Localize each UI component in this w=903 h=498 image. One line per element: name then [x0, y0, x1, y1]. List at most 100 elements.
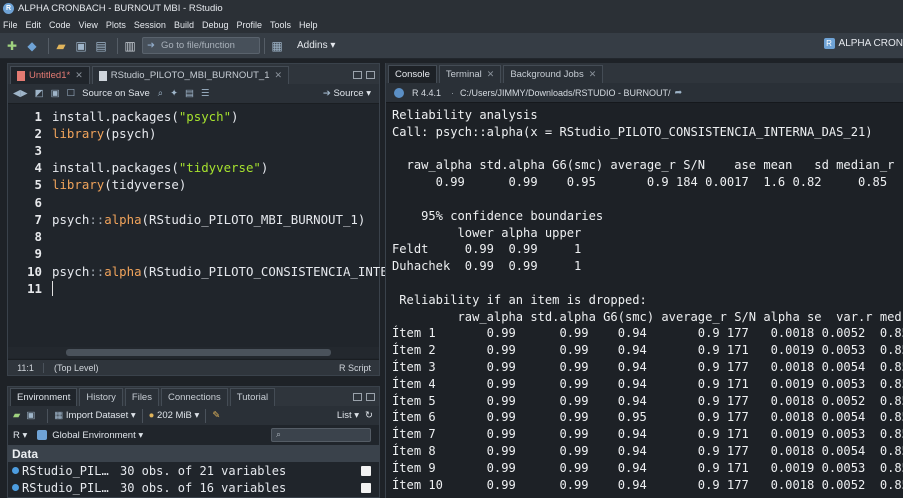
outline-icon[interactable]: ☰	[201, 88, 210, 99]
env-search-input[interactable]: ⌕	[271, 428, 371, 442]
menu-edit[interactable]: Edit	[26, 20, 42, 30]
tab-tutorial[interactable]: Tutorial	[229, 388, 276, 406]
save-icon[interactable]: ▣	[73, 37, 89, 55]
line-number: 10	[27, 264, 42, 279]
object-description: 30 obs. of 21 variables	[120, 463, 287, 478]
console-output[interactable]: Reliability analysis Call: psych::alpha(x…	[392, 107, 903, 498]
close-icon[interactable]: ✕	[487, 69, 495, 80]
view-data-icon[interactable]	[361, 482, 371, 493]
code-area[interactable]: 1 2 4 5 6 7 9 10 11 3 8 install.packages…	[8, 105, 403, 345]
dataset-icon	[12, 484, 19, 491]
menu-view[interactable]: View	[79, 20, 98, 30]
scrollbar-thumb[interactable]	[66, 349, 331, 356]
back-forward-icon[interactable]: ◀▶	[13, 88, 28, 99]
console-line: 0.99 0.99 0.95 0.9 184 0.0017 1.6 0.82 0…	[392, 175, 888, 190]
close-icon[interactable]: ✕	[75, 70, 83, 81]
language-menu[interactable]: R ▾	[13, 430, 27, 441]
environment-scope-menu[interactable]: Global Environment ▾	[52, 430, 143, 441]
menu-session[interactable]: Session	[134, 20, 166, 30]
source-button[interactable]: ➔ Source ▾	[323, 88, 371, 99]
project-menu[interactable]: R ALPHA CRON	[823, 38, 903, 49]
menu-help[interactable]: Help	[299, 20, 318, 30]
minimize-icon[interactable]	[353, 71, 362, 79]
new-project-icon[interactable]: ◆	[24, 37, 40, 55]
menu-tools[interactable]: Tools	[270, 20, 291, 30]
maximize-icon[interactable]	[366, 393, 375, 401]
open-folder-icon[interactable]: ▰	[53, 37, 69, 55]
grid-layout-icon[interactable]: ▦	[269, 37, 285, 55]
show-in-window-icon[interactable]: ◩	[35, 88, 44, 99]
rstudio-logo-icon: R	[3, 3, 14, 14]
line-number: 5	[34, 177, 42, 192]
tab-background-jobs[interactable]: Background Jobs ✕	[503, 65, 604, 83]
tab-untitled1[interactable]: Untitled1* ✕	[10, 66, 90, 84]
console-line: Ítem 4 0.99 0.99 0.94 0.9 171 0.0019 0.0…	[392, 376, 903, 391]
list-item[interactable]: RStudio_PIL… 30 obs. of 21 variables	[8, 462, 379, 479]
menu-plots[interactable]: Plots	[106, 20, 126, 30]
console-line: Reliability analysis	[392, 108, 538, 122]
goto-file-input[interactable]: ➜ Go to file/function	[142, 37, 260, 54]
list-item[interactable]: RStudio_PIL… 30 obs. of 16 variables	[8, 479, 379, 496]
code-line-1: install.packages("psych")	[52, 109, 239, 124]
toolbar-divider	[117, 37, 118, 54]
r-version: R 4.4.1	[412, 87, 442, 98]
line-number: 9	[34, 246, 42, 261]
data-file-icon	[98, 70, 107, 81]
refresh-icon[interactable]: ↻	[365, 410, 373, 421]
minimize-icon[interactable]	[353, 393, 362, 401]
close-icon[interactable]: ✕	[589, 69, 597, 80]
search-icon[interactable]: ⌕	[158, 88, 163, 99]
scope-level[interactable]: (Top Level)	[54, 363, 99, 373]
view-data-icon[interactable]	[361, 465, 371, 476]
memory-usage[interactable]: ● 202 MiB ▾	[149, 410, 200, 421]
console-line: lower alpha upper	[392, 225, 582, 240]
save-workspace-icon[interactable]: ▣	[26, 410, 35, 421]
save-all-icon[interactable]: ▤	[93, 37, 109, 55]
maximize-icon[interactable]	[366, 71, 375, 79]
source-on-save-checkbox[interactable]: ☐	[67, 88, 76, 99]
new-file-icon[interactable]: ✚	[4, 37, 20, 55]
print-icon[interactable]: ▥	[122, 37, 138, 55]
wand-icon[interactable]: ✦	[170, 88, 178, 99]
console-line: Ítem 9 0.99 0.99 0.94 0.9 171 0.0019 0.0…	[392, 460, 903, 475]
data-section-header: Data	[8, 445, 379, 462]
title-bar: R ALPHA CRONBACH - BURNOUT MBI - RStudio	[0, 0, 903, 17]
compile-report-icon[interactable]: ▤	[185, 88, 194, 99]
broom-icon[interactable]: ✎	[212, 410, 220, 421]
menu-build[interactable]: Build	[174, 20, 194, 30]
view-mode-menu[interactable]: List ▾	[337, 410, 359, 421]
environment-pane: Environment History Files Connections Tu…	[7, 386, 380, 498]
source-on-save-label: Source on Save	[82, 88, 150, 99]
menu-code[interactable]: Code	[49, 20, 71, 30]
menu-debug[interactable]: Debug	[202, 20, 229, 30]
tab-history[interactable]: History	[79, 388, 123, 406]
tab-connections[interactable]: Connections	[160, 388, 228, 406]
console-line: Reliability if an item is dropped:	[392, 292, 647, 307]
line-number: 4	[34, 160, 42, 175]
console-line: Ítem 3 0.99 0.99 0.94 0.9 177 0.0018 0.0…	[392, 359, 903, 374]
close-icon[interactable]: ✕	[275, 70, 283, 81]
console-pane: Console Terminal ✕ Background Jobs ✕ R 4.4…	[385, 63, 903, 498]
go-to-directory-icon[interactable]: ➦	[675, 87, 683, 98]
save-file-icon[interactable]: ▣	[51, 88, 60, 99]
console-line: Ítem 1 0.99 0.99 0.94 0.9 177 0.0018 0.0…	[392, 326, 903, 341]
global-env-icon	[37, 430, 48, 440]
file-type-menu[interactable]: R Script	[339, 363, 371, 373]
import-dataset-button[interactable]: ▦ Import Dataset ▾	[54, 410, 135, 421]
tab-environment[interactable]: Environment	[10, 388, 78, 406]
env-tabs: Environment History Files Connections Tu…	[8, 387, 379, 406]
goto-arrow-icon: ➜	[147, 40, 155, 51]
tab-terminal[interactable]: Terminal ✕	[438, 65, 502, 83]
addins-menu[interactable]: Addins ▾	[297, 40, 335, 51]
load-workspace-icon[interactable]: ▰	[13, 410, 20, 421]
tab-files[interactable]: Files	[124, 388, 159, 406]
menu-file[interactable]: File	[3, 20, 18, 30]
console-line: Ítem 2 0.99 0.99 0.94 0.9 171 0.0019 0.0…	[392, 343, 903, 358]
tab-mbi-burnout[interactable]: RStudio_PILOTO_MBI_BURNOUT_1 ✕	[91, 66, 290, 84]
horizontal-scrollbar[interactable]	[8, 347, 379, 358]
tab-console[interactable]: Console	[388, 65, 437, 83]
menu-profile[interactable]: Profile	[237, 20, 263, 30]
